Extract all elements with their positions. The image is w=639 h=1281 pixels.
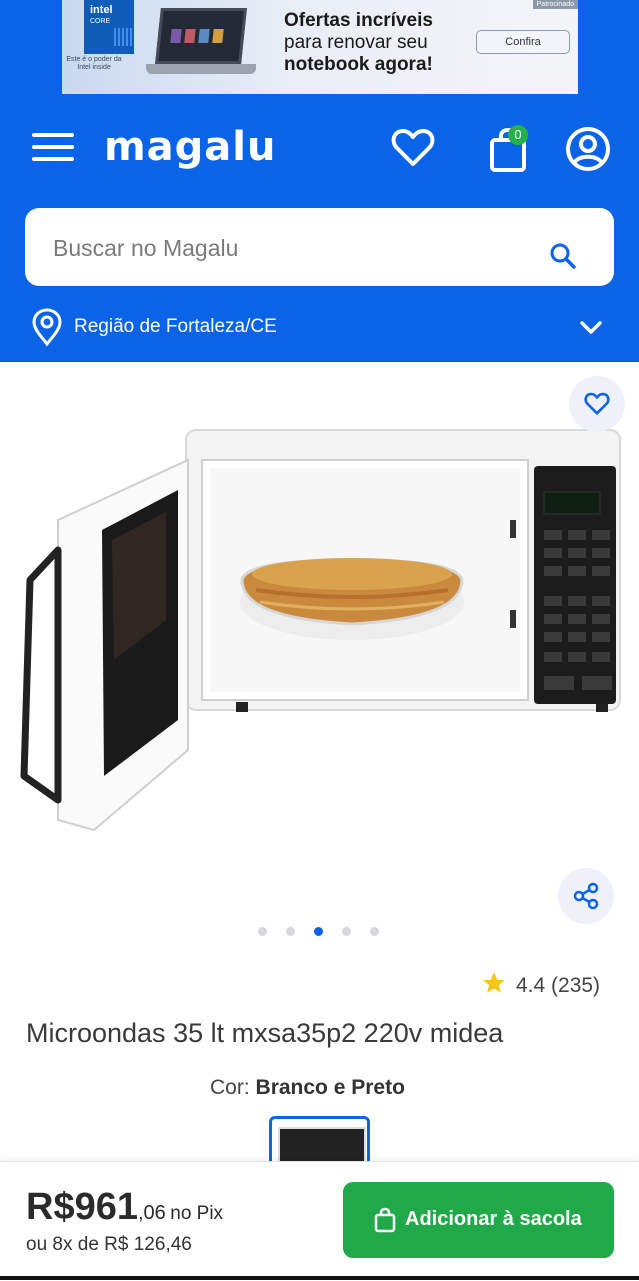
carousel-dot[interactable] xyxy=(286,927,295,936)
share-icon xyxy=(573,882,599,910)
location-pin-icon xyxy=(32,308,62,346)
carousel-dots xyxy=(258,923,398,936)
carousel-dot[interactable] xyxy=(314,927,323,936)
rating[interactable]: 4.4 (235) xyxy=(480,970,600,998)
favorite-button[interactable] xyxy=(569,376,625,432)
star-icon xyxy=(483,972,505,993)
ad-cta-button[interactable]: Confira xyxy=(476,30,570,54)
product-title: Microondas 35 lt mxsa35p2 220v midea xyxy=(26,1018,504,1048)
ad-sponsored-tag: Patrocinado xyxy=(532,0,578,9)
share-button[interactable] xyxy=(558,868,614,924)
laptop-image xyxy=(142,8,258,78)
add-to-bag-button[interactable]: Adicionar à sacola xyxy=(343,1182,614,1258)
heart-icon xyxy=(584,392,610,415)
carousel-dot[interactable] xyxy=(258,927,267,936)
location-label: Região de Fortaleza/CE xyxy=(74,316,277,337)
ad-headline: Ofertas incríveis para renovar seu noteb… xyxy=(284,10,433,75)
bag-icon xyxy=(374,1207,396,1233)
ad-banner[interactable]: intel CORE Este é o poder da Intel insid… xyxy=(0,0,639,100)
heart-icon[interactable] xyxy=(389,124,437,172)
user-icon[interactable] xyxy=(564,125,612,173)
ad-small-print: Este é o poder da Intel inside xyxy=(66,56,122,71)
search-icon[interactable] xyxy=(548,241,578,271)
price: R$961,06 no Pix xyxy=(26,1186,223,1229)
search-box[interactable] xyxy=(25,208,614,286)
system-nav-bar xyxy=(0,1276,639,1280)
price-main: R$961 xyxy=(26,1186,138,1228)
color-selector-label: Cor: Branco e Preto xyxy=(210,1076,405,1099)
rating-text: 4.4 (235) xyxy=(516,974,601,997)
carousel-dot[interactable] xyxy=(370,927,379,936)
product-image[interactable] xyxy=(16,420,628,840)
search-input[interactable] xyxy=(51,228,535,268)
intel-logo: intel CORE xyxy=(84,0,134,54)
magalu-logo[interactable]: magalu xyxy=(104,124,276,170)
chevron-down-icon[interactable] xyxy=(578,318,604,338)
price-cents: ,06 xyxy=(137,1202,166,1224)
add-to-bag-label: Adicionar à sacola xyxy=(405,1208,582,1230)
price-method: no Pix xyxy=(170,1203,224,1224)
carousel-dot[interactable] xyxy=(342,927,351,936)
menu-icon[interactable] xyxy=(32,133,74,163)
color-value: Branco e Preto xyxy=(255,1076,405,1099)
ad-banner-content[interactable]: intel CORE Este é o poder da Intel insid… xyxy=(62,0,578,94)
installments-text: ou 8x de R$ 126,46 xyxy=(26,1234,192,1255)
color-option-thumbnail[interactable] xyxy=(269,1116,370,1162)
cart-count-badge: 0 xyxy=(508,125,528,145)
location-selector[interactable]: Região de Fortaleza/CE xyxy=(30,308,610,348)
